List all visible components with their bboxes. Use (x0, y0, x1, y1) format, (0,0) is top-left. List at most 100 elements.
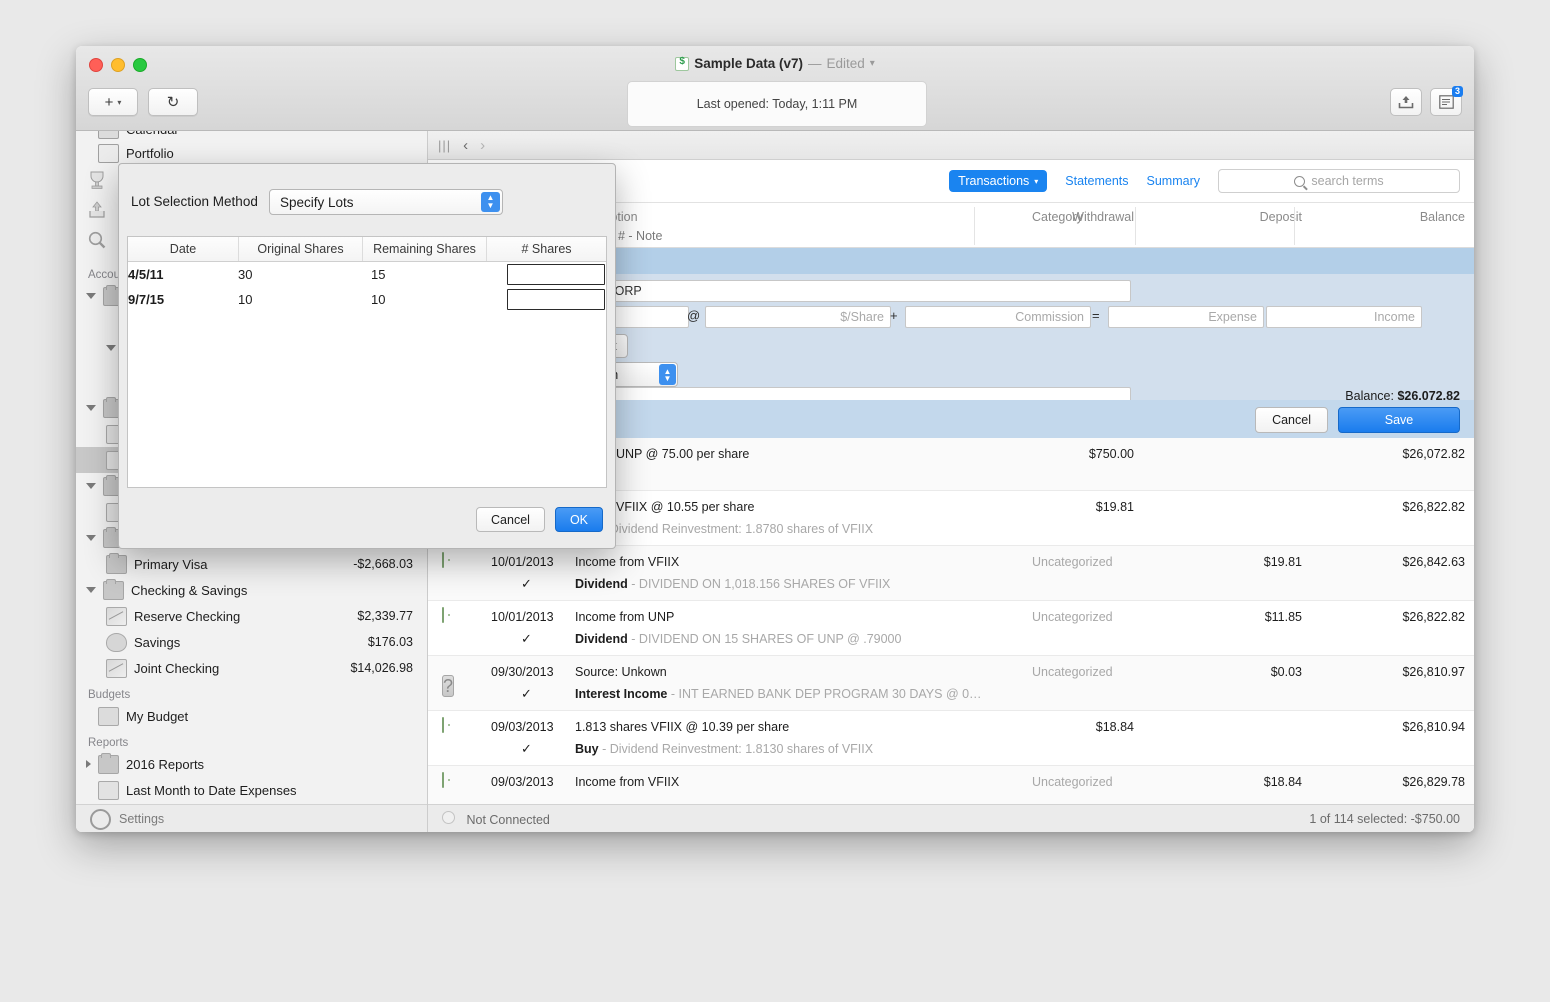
row-subline-note: - DIVIDEND ON 1,018.156 SHARES OF VFIIX (631, 577, 891, 591)
reconcile-button[interactable]: 3 (1430, 86, 1463, 116)
sidebar-item-label: Joint Checking (134, 660, 220, 676)
add-button[interactable]: + ▾ (88, 88, 138, 116)
column-divider[interactable] (1135, 207, 1136, 245)
sidebar-item-amount: $2,339.77 (357, 609, 413, 623)
income-placeholder: Income (1374, 310, 1415, 324)
table-row[interactable]: 4/5/11 30 15 (128, 262, 606, 287)
search-input[interactable]: search terms (1218, 169, 1460, 193)
column-header-withdrawal[interactable]: Withdrawal (988, 210, 1134, 224)
row-subline: Dividend - DIVIDEND ON 1,018.156 SHARES … (575, 577, 890, 591)
column-header-balance[interactable]: Balance (1308, 210, 1465, 224)
column-header-num-shares[interactable]: # Shares (487, 237, 606, 261)
disclosure-triangle-icon[interactable] (86, 760, 91, 768)
row-date: 10/01/2013 (491, 610, 554, 624)
disclosure-triangle-icon[interactable] (86, 405, 96, 411)
disclosure-triangle-icon[interactable] (86, 587, 96, 593)
sidebar-item-reserve-checking[interactable]: Reserve Checking $2,339.77 (76, 603, 427, 629)
price-field[interactable]: $/Share (705, 306, 891, 328)
title-chevron-down-icon[interactable]: ▾ (870, 58, 875, 69)
sidebar-item-label: Savings (134, 634, 181, 650)
lot-shares-cell (504, 289, 606, 310)
column-header-original-shares[interactable]: Original Shares (239, 237, 363, 261)
lot-date: 9/7/15 (128, 292, 165, 307)
settings-label: Settings (119, 812, 165, 826)
toolbar-right: 3 (1390, 86, 1463, 116)
tab-statements[interactable]: Statements (1065, 174, 1128, 188)
sidebar-group-checking-savings[interactable]: Checking & Savings (76, 577, 427, 603)
report-icon (98, 780, 119, 800)
stepper-icon[interactable]: ▲ ▼ (659, 364, 676, 385)
lot-selection-method-select[interactable]: Specify Lots ▲ ▼ (269, 189, 503, 215)
sidebar-item-last-month-expenses[interactable]: Last Month to Date Expenses (76, 777, 427, 803)
row-cleared-check-icon[interactable]: ✓ (521, 686, 532, 702)
table-row[interactable]: 10/01/2013 Income from VFIIX Uncategoriz… (428, 546, 1474, 601)
lot-date: 4/5/11 (128, 267, 164, 282)
sidebar-item-primary-visa[interactable]: Primary Visa -$2,668.03 (76, 551, 427, 577)
sidebar-item-joint-checking[interactable]: Joint Checking $14,026.98 (76, 655, 427, 681)
table-row[interactable]: 9/7/15 10 10 (128, 287, 606, 312)
toolbar-left: + ▾ ↻ (88, 88, 198, 116)
check-icon (106, 658, 127, 678)
commission-field[interactable]: Commission (905, 306, 1091, 328)
column-divider[interactable] (1294, 207, 1295, 245)
save-button[interactable]: Save (1338, 407, 1460, 433)
disclosure-triangle-icon[interactable] (86, 535, 96, 541)
table-row[interactable]: ? 09/30/2013 Source: Unkown Uncategorize… (428, 656, 1474, 711)
row-cleared-check-icon[interactable]: ✓ (521, 741, 532, 757)
disclosure-triangle-icon[interactable] (86, 293, 96, 299)
column-divider[interactable] (974, 207, 975, 245)
screenshot-root: Sample Data (v7) — Edited ▾ + ▾ ↻ Last o… (0, 0, 1550, 1002)
column-header-deposit[interactable]: Deposit (1148, 210, 1302, 224)
lot-shares-input[interactable] (507, 289, 605, 310)
status-indicator-icon (442, 811, 455, 824)
refresh-button[interactable]: ↻ (148, 88, 198, 116)
tab-transactions[interactable]: Transactions ▾ (949, 170, 1048, 192)
upload-button[interactable] (1390, 88, 1422, 116)
column-header-subline: # - Note (618, 229, 663, 243)
sidebar-item-savings[interactable]: Savings $176.03 (76, 629, 427, 655)
table-row[interactable]: 10/01/2013 Income from UNP Uncategorized… (428, 601, 1474, 656)
income-field[interactable]: Income (1266, 306, 1422, 328)
price-placeholder: $/Share (840, 310, 884, 324)
last-opened-field: Last opened: Today, 1:11 PM (627, 81, 927, 127)
dialog-cancel-button[interactable]: Cancel (476, 507, 545, 532)
row-cleared-check-icon[interactable]: ✓ (521, 576, 532, 592)
row-subline: Dividend - DIVIDEND ON 15 SHARES OF UNP … (575, 632, 901, 646)
sidebar-item-label: Last Month to Date Expenses (126, 782, 297, 798)
check-icon (106, 606, 127, 626)
security-field[interactable]: FIC CORP (575, 280, 1131, 302)
expense-field[interactable]: Expense (1108, 306, 1264, 328)
title-separator: — (807, 56, 822, 71)
settings-button[interactable]: Settings (76, 804, 427, 832)
sidebar-item-2016-reports[interactable]: 2016 Reports (76, 751, 427, 777)
sidebar-item-my-budget[interactable]: My Budget (76, 703, 427, 729)
expense-placeholder: Expense (1208, 310, 1257, 324)
row-date: 09/30/2013 (491, 665, 554, 679)
back-arrow-icon[interactable]: ‹ (463, 137, 468, 154)
sidebar-toggle-icon[interactable]: ||| (438, 138, 451, 153)
forward-arrow-icon[interactable]: › (480, 137, 485, 154)
dialog-ok-button[interactable]: OK (554, 507, 603, 532)
disclosure-triangle-icon[interactable] (106, 345, 116, 351)
row-balance: $26,842.63 (1402, 555, 1465, 569)
column-header-remaining-shares[interactable]: Remaining Shares (363, 237, 487, 261)
cancel-button[interactable]: Cancel (1255, 407, 1328, 433)
row-category: Uncategorized (1032, 555, 1113, 569)
lot-selection-dialog: Lot Selection Method Specify Lots ▲ ▼ Dat… (118, 163, 616, 549)
row-deposit: $19.81 (1263, 555, 1302, 569)
table-row[interactable]: 09/03/2013 1.813 shares VFIIX @ 10.39 pe… (428, 711, 1474, 766)
disclosure-triangle-icon[interactable] (86, 483, 96, 489)
money-icon (442, 717, 480, 756)
stepper-icon[interactable]: ▲ ▼ (481, 192, 500, 212)
sidebar-item-calendar[interactable]: Calendar (76, 131, 427, 141)
tab-summary[interactable]: Summary (1147, 174, 1200, 188)
sidebar-item-portfolio[interactable]: Portfolio (76, 141, 427, 165)
budget-icon (98, 706, 119, 726)
row-cleared-check-icon[interactable]: ✓ (521, 631, 532, 647)
lot-shares-input[interactable] (507, 264, 605, 285)
column-header-date[interactable]: Date (128, 237, 239, 261)
lots-table[interactable]: Date Original Shares Remaining Shares # … (127, 236, 607, 488)
refresh-icon: ↻ (166, 94, 180, 111)
lot-original-shares: 10 (238, 292, 253, 307)
row-description: Source: Unkown (575, 665, 667, 679)
